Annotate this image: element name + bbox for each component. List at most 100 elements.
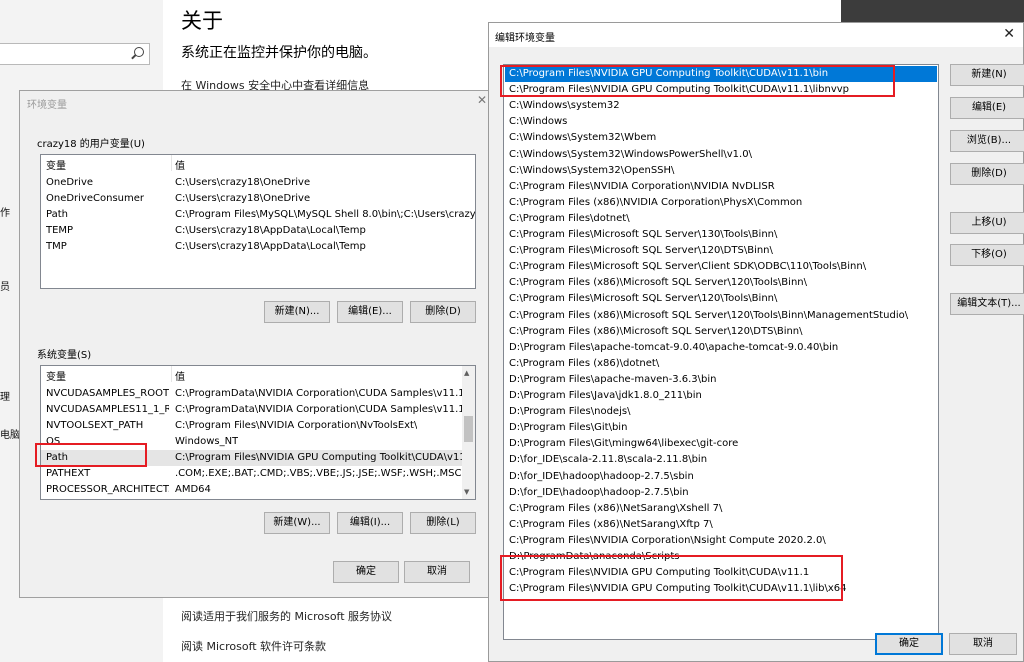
- column-header-value[interactable]: 值: [175, 368, 185, 383]
- path-entry[interactable]: C:\Program Files (x86)\NVIDIA Corporatio…: [505, 195, 937, 211]
- table-row[interactable]: NVCUDASAMPLES_ROOT C:\ProgramData\NVIDIA …: [41, 386, 475, 402]
- path-entry[interactable]: C:\Windows: [505, 114, 937, 130]
- table-row[interactable]: Path C:\Program Files\MySQL\MySQL Shell 8…: [41, 207, 475, 223]
- path-entry[interactable]: C:\Program Files (x86)\Microsoft SQL Ser…: [505, 275, 937, 291]
- page-title: 关于: [181, 9, 223, 33]
- nav-fragment[interactable]: 理: [0, 388, 10, 403]
- path-entry[interactable]: C:\Program Files (x86)\NetSarang\Xftp 7\: [505, 517, 937, 533]
- move-down-button[interactable]: 下移(O): [950, 244, 1024, 266]
- path-entry-text: C:\Program Files\NVIDIA Corporation\NVID…: [509, 180, 775, 192]
- settings-search-input[interactable]: [0, 43, 150, 65]
- path-entry-text: C:\Windows\system32: [509, 100, 620, 112]
- ok-button[interactable]: 确定: [875, 633, 943, 655]
- scroll-up-icon[interactable]: ▲: [464, 369, 469, 377]
- path-entry[interactable]: C:\Program Files (x86)\Microsoft SQL Ser…: [505, 308, 937, 324]
- path-entry[interactable]: C:\Program Files\NVIDIA Corporation\NVID…: [505, 179, 937, 195]
- path-entry[interactable]: C:\Program Files\Microsoft SQL Server\12…: [505, 243, 937, 259]
- user-delete-button[interactable]: 删除(D): [410, 301, 476, 323]
- close-icon[interactable]: ✕: [1003, 26, 1015, 42]
- path-entry[interactable]: C:\Program Files\Microsoft SQL Server\Cl…: [505, 259, 937, 275]
- license-terms-link[interactable]: 阅读 Microsoft 软件许可条款: [181, 638, 326, 654]
- user-variables-list[interactable]: 变量 值 OneDrive C:\Users\crazy18\OneDrive O…: [40, 154, 476, 289]
- path-entry[interactable]: C:\Program Files\NVIDIA Corporation\Nsig…: [505, 533, 937, 549]
- user-edit-button[interactable]: 编辑(E)...: [337, 301, 403, 323]
- nav-fragment[interactable]: 员: [0, 278, 10, 293]
- table-row[interactable]: PROCESSOR_ARCHITECT... AMD64: [41, 482, 475, 498]
- path-entry-text: C:\Program Files (x86)\Microsoft SQL Ser…: [509, 277, 807, 289]
- edit-path-button[interactable]: 编辑(E): [950, 97, 1024, 119]
- table-row[interactable]: OneDriveConsumer C:\Users\crazy18\OneDriv…: [41, 191, 475, 207]
- path-entry[interactable]: D:\Program Files\Git\bin: [505, 420, 937, 436]
- path-entry[interactable]: D:\for_IDE\hadoop\hadoop-2.7.5\bin: [505, 485, 937, 501]
- path-entry-text: C:\Program Files\Microsoft SQL Server\12…: [509, 245, 773, 257]
- system-variables-list[interactable]: 变量 值 NVCUDASAMPLES_ROOT C:\ProgramData\NV…: [40, 365, 476, 500]
- path-entry[interactable]: D:\Program Files\nodejs\: [505, 404, 937, 420]
- delete-path-button[interactable]: 删除(D): [950, 163, 1024, 185]
- table-row[interactable]: PATHEXT .COM;.EXE;.BAT;.CMD;.VBS;.VBE;.JS…: [41, 466, 475, 482]
- path-entry[interactable]: C:\Program Files\Microsoft SQL Server\13…: [505, 227, 937, 243]
- path-entry-text: C:\Program Files (x86)\NetSarang\Xshell …: [509, 502, 723, 514]
- path-entry[interactable]: D:\Program Files\apache-tomcat-9.0.40\ap…: [505, 340, 937, 356]
- list-header: 变量 值: [41, 366, 475, 383]
- path-entry[interactable]: D:\Program Files\apache-maven-3.6.3\bin: [505, 372, 937, 388]
- dialog-title: 编辑环境变量: [495, 33, 555, 44]
- cancel-button[interactable]: 取消: [404, 561, 470, 583]
- scroll-thumb[interactable]: [464, 416, 473, 442]
- nav-fragment[interactable]: 电脑: [0, 426, 20, 441]
- scroll-down-icon[interactable]: ▼: [464, 488, 469, 496]
- table-row[interactable]: TEMP C:\Users\crazy18\AppData\Local\Temp: [41, 223, 475, 239]
- cancel-button[interactable]: 取消: [949, 633, 1017, 655]
- path-entry[interactable]: C:\Windows\System32\Wbem: [505, 130, 937, 146]
- path-entries-list[interactable]: C:\Program Files\NVIDIA GPU Computing To…: [503, 64, 939, 640]
- table-row[interactable]: OneDrive C:\Users\crazy18\OneDrive: [41, 175, 475, 191]
- user-new-button[interactable]: 新建(N)...: [264, 301, 330, 323]
- path-entry[interactable]: C:\Windows\System32\OpenSSH\: [505, 163, 937, 179]
- column-header-value[interactable]: 值: [175, 157, 185, 172]
- ok-button[interactable]: 确定: [333, 561, 399, 583]
- table-row[interactable]: TMP C:\Users\crazy18\AppData\Local\Temp: [41, 239, 475, 255]
- path-entry[interactable]: C:\Windows\system32: [505, 98, 937, 114]
- path-entry-text: C:\Program Files\Microsoft SQL Server\12…: [509, 293, 778, 305]
- path-entry[interactable]: C:\Program Files (x86)\NetSarang\Xshell …: [505, 501, 937, 517]
- path-entry-text: C:\Windows\System32\WindowsPowerShell\v1…: [509, 148, 752, 160]
- path-entry[interactable]: C:\Program Files (x86)\Microsoft SQL Ser…: [505, 324, 937, 340]
- path-entry-text: D:\Program Files\nodejs\: [509, 406, 631, 418]
- title-bar[interactable]: 编辑环境变量 ✕: [489, 23, 1023, 47]
- path-entry-text: D:\Program Files\Git\bin: [509, 422, 628, 434]
- path-entry-text: C:\Program Files\Microsoft SQL Server\Cl…: [509, 261, 867, 273]
- column-header-variable[interactable]: 变量: [46, 157, 66, 172]
- column-header-variable[interactable]: 变量: [46, 368, 66, 383]
- browse-button[interactable]: 浏览(B)...: [950, 130, 1024, 152]
- table-row[interactable]: NVTOOLSEXT_PATH C:\Program Files\NVIDIA C…: [41, 418, 475, 434]
- system-delete-button[interactable]: 删除(L): [410, 512, 476, 534]
- path-entry-text: C:\Windows: [509, 116, 568, 128]
- nav-fragment[interactable]: 作: [0, 204, 10, 219]
- path-entry-text: C:\Program Files\NVIDIA Corporation\Nsig…: [509, 534, 826, 546]
- path-entry-text: C:\Program Files (x86)\Microsoft SQL Ser…: [509, 325, 803, 337]
- path-entry[interactable]: D:\Program Files\Git\mingw64\libexec\git…: [505, 436, 937, 452]
- path-entry[interactable]: D:\for_IDE\scala-2.11.8\scala-2.11.8\bin: [505, 452, 937, 468]
- new-path-button[interactable]: 新建(N): [950, 64, 1024, 86]
- path-entry[interactable]: C:\Program Files\dotnet\: [505, 211, 937, 227]
- system-new-button[interactable]: 新建(W)...: [264, 512, 330, 534]
- edit-text-button[interactable]: 编辑文本(T)...: [950, 293, 1024, 315]
- table-row[interactable]: NVCUDASAMPLES11_1_R... C:\ProgramData\NVI…: [41, 402, 475, 418]
- search-icon[interactable]: [134, 47, 144, 57]
- path-entry-text: C:\Program Files\Microsoft SQL Server\13…: [509, 229, 778, 240]
- path-entry[interactable]: C:\Windows\System32\WindowsPowerShell\v1…: [505, 147, 937, 163]
- system-list-scrollbar[interactable]: ▲ ▼: [462, 366, 475, 499]
- cuda-bin-highlight: [500, 65, 895, 97]
- path-entry-text: C:\Program Files\dotnet\: [509, 212, 630, 224]
- path-entry[interactable]: C:\Program Files\Microsoft SQL Server\12…: [505, 291, 937, 307]
- move-up-button[interactable]: 上移(U): [950, 212, 1024, 234]
- list-header: 变量 值: [41, 155, 475, 172]
- path-entry-text: C:\Windows\System32\Wbem: [509, 132, 657, 144]
- path-entry[interactable]: D:\for_IDE\hadoop\hadoop-2.7.5\sbin: [505, 469, 937, 485]
- path-entry-text: D:\for_IDE\scala-2.11.8\scala-2.11.8\bin: [509, 454, 708, 466]
- background-window-edge: [841, 0, 1024, 22]
- close-icon[interactable]: ✕: [477, 93, 487, 107]
- path-entry[interactable]: C:\Program Files (x86)\dotnet\: [505, 356, 937, 372]
- system-edit-button[interactable]: 编辑(I)...: [337, 512, 403, 534]
- path-entry[interactable]: D:\Program Files\Java\jdk1.8.0_211\bin: [505, 388, 937, 404]
- service-agreement-link[interactable]: 阅读适用于我们服务的 Microsoft 服务协议: [181, 608, 392, 624]
